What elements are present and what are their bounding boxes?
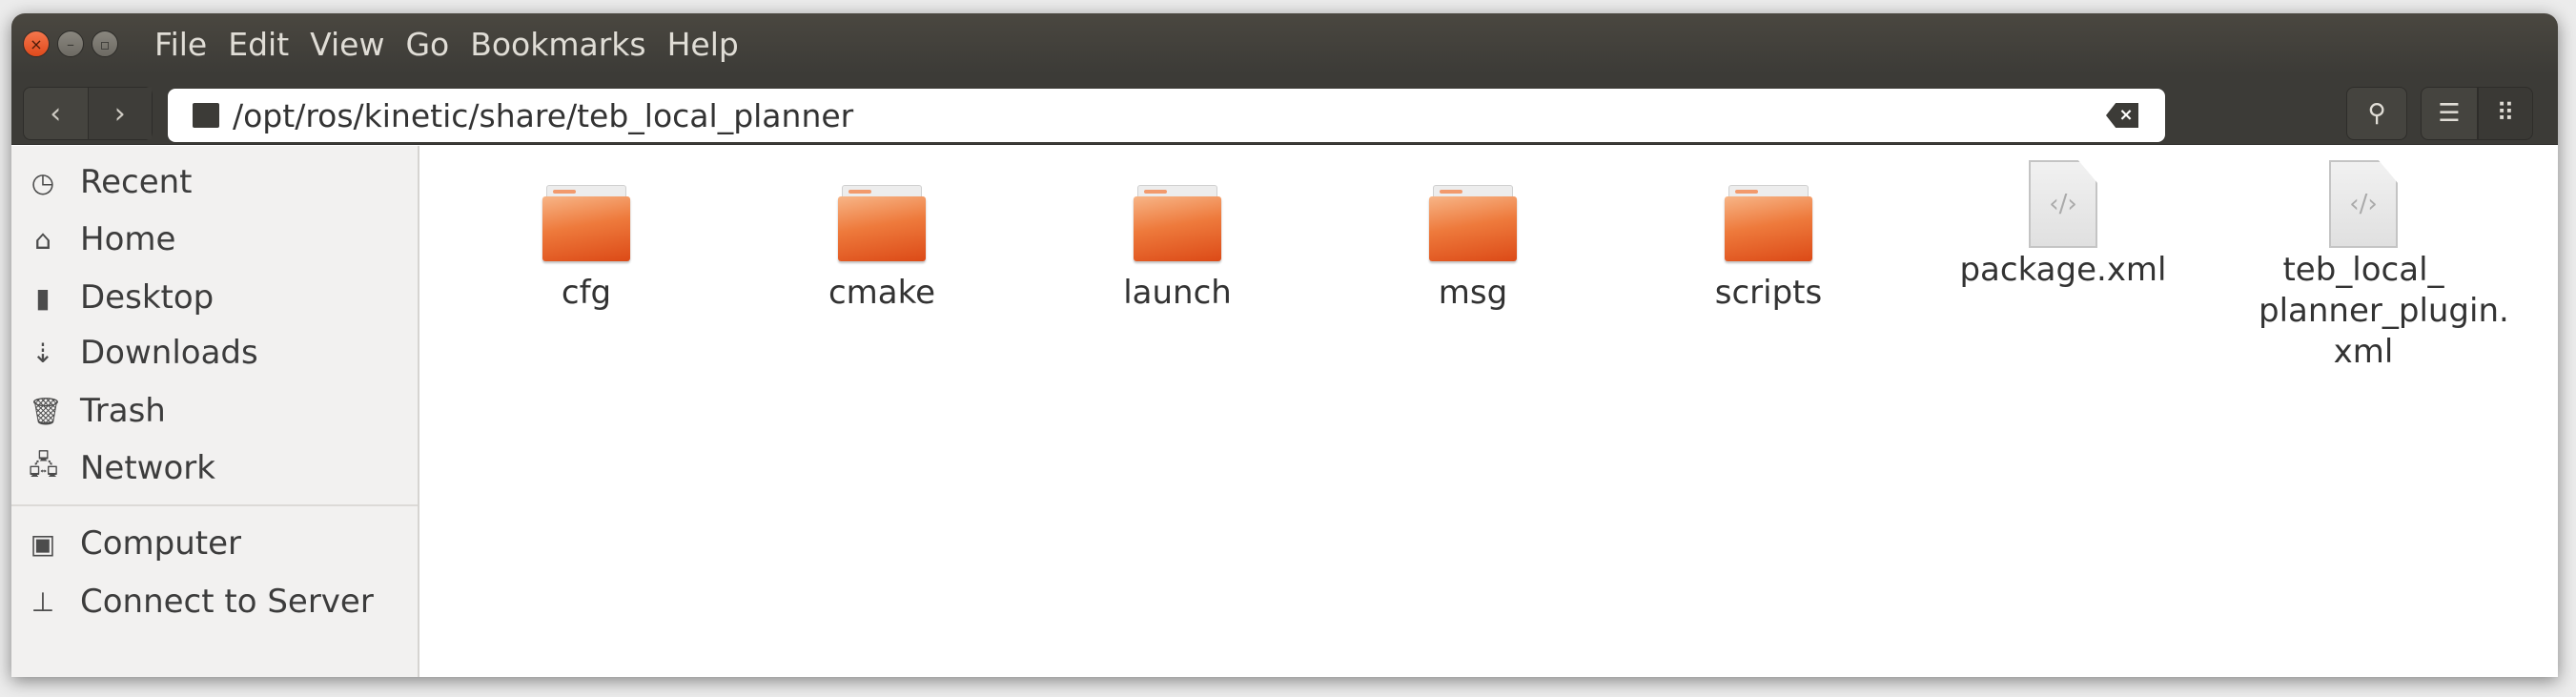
network-icon: 🖧 <box>29 449 59 481</box>
location-bar[interactable]: /opt/ros/kinetic/share/teb_local_planner… <box>168 89 2165 142</box>
sidebar-item-trash[interactable]: 🗑 Trash <box>11 384 418 438</box>
file-name: package.xml <box>1959 251 2167 289</box>
folder-icon <box>838 183 926 261</box>
sidebar: ◷ Recent ⌂ Home ▮ Desktop ⇣ Downloads 🗑 Trash… <box>11 146 419 677</box>
list-view-button[interactable]: ☰ <box>2421 87 2478 140</box>
folder-icon <box>193 103 219 128</box>
maximize-button[interactable]: ▫ <box>92 31 118 57</box>
forward-button[interactable]: › <box>87 88 152 139</box>
sidebar-item-network[interactable]: 🖧 Network <box>11 441 418 495</box>
xml-file-icon: ‹/› <box>2029 160 2097 248</box>
location-path[interactable]: /opt/ros/kinetic/share/teb_local_planner <box>233 97 853 134</box>
server-icon: ⊥ <box>31 585 55 618</box>
sidebar-item-computer[interactable]: ▣ Computer <box>11 517 418 570</box>
menu-view[interactable]: View <box>310 26 384 63</box>
sidebar-item-label: Downloads <box>80 334 258 372</box>
sidebar-item-label: Trash <box>80 392 166 430</box>
clear-location-icon[interactable]: × <box>2106 103 2138 128</box>
sidebar-item-label: Connect to Server <box>80 583 374 621</box>
back-button[interactable]: ‹ <box>24 88 88 139</box>
folder-icon: ▮ <box>35 281 51 314</box>
file-name: teb_local_ planner_plugin. xml <box>2259 251 2509 371</box>
file-name: cmake <box>828 274 936 312</box>
sidebar-item-label: Network <box>80 449 215 487</box>
sidebar-item-desktop[interactable]: ▮ Desktop <box>11 271 418 324</box>
home-icon: ⌂ <box>34 223 51 256</box>
sidebar-divider <box>11 504 418 506</box>
file-item-package-xml[interactable]: ‹/› package.xml <box>1925 160 2201 291</box>
download-icon: ⇣ <box>31 337 54 369</box>
grid-view-button[interactable]: ⠿ <box>2478 87 2533 140</box>
menu-file[interactable]: File <box>154 26 207 63</box>
sidebar-item-downloads[interactable]: ⇣ Downloads <box>11 326 418 379</box>
xml-file-icon: ‹/› <box>2329 160 2398 248</box>
sidebar-item-home[interactable]: ⌂ Home <box>11 213 418 266</box>
file-name: launch <box>1123 274 1232 312</box>
sidebar-item-recent[interactable]: ◷ Recent <box>11 155 418 209</box>
file-name: scripts <box>1714 274 1823 312</box>
clock-icon: ◷ <box>31 166 55 198</box>
sidebar-item-label: Home <box>80 220 176 258</box>
folder-item-msg[interactable]: msg <box>1335 183 1611 314</box>
toolbar: ‹ › /opt/ros/kinetic/share/teb_local_pla… <box>11 74 2558 145</box>
folder-icon <box>1725 183 1812 261</box>
minimize-button[interactable]: – <box>57 31 84 57</box>
sidebar-item-label: Recent <box>80 163 193 201</box>
trash-icon: 🗑 <box>29 395 63 427</box>
file-name: cfg <box>561 274 612 312</box>
folder-item-cfg[interactable]: cfg <box>448 183 725 314</box>
menu-help[interactable]: Help <box>667 26 739 63</box>
close-button[interactable]: × <box>23 31 50 57</box>
menu-go[interactable]: Go <box>405 26 449 63</box>
folder-item-launch[interactable]: launch <box>1039 183 1316 314</box>
file-manager-window: × – ▫ File Edit View Go Bookmarks Help ‹… <box>11 13 2558 677</box>
file-name: msg <box>1438 274 1508 312</box>
sidebar-item-label: Computer <box>80 524 242 563</box>
search-button[interactable]: ⚲ <box>2346 87 2407 140</box>
folder-item-scripts[interactable]: scripts <box>1630 183 1907 314</box>
sidebar-item-connect-to-server[interactable]: ⊥ Connect to Server <box>11 575 418 628</box>
menu-edit[interactable]: Edit <box>228 26 289 63</box>
menu-bookmarks[interactable]: Bookmarks <box>470 26 645 63</box>
folder-icon <box>1429 183 1517 261</box>
folder-icon <box>542 183 630 261</box>
file-item-teb-local-planner-plugin-xml[interactable]: ‹/› teb_local_ planner_plugin. xml <box>2220 160 2509 373</box>
sidebar-item-label: Desktop <box>80 278 215 317</box>
menu-bar: × – ▫ File Edit View Go Bookmarks Help <box>11 13 2558 74</box>
folder-item-cmake[interactable]: cmake <box>744 183 1020 314</box>
harddisk-icon: ▣ <box>30 527 56 560</box>
folder-icon <box>1134 183 1221 261</box>
